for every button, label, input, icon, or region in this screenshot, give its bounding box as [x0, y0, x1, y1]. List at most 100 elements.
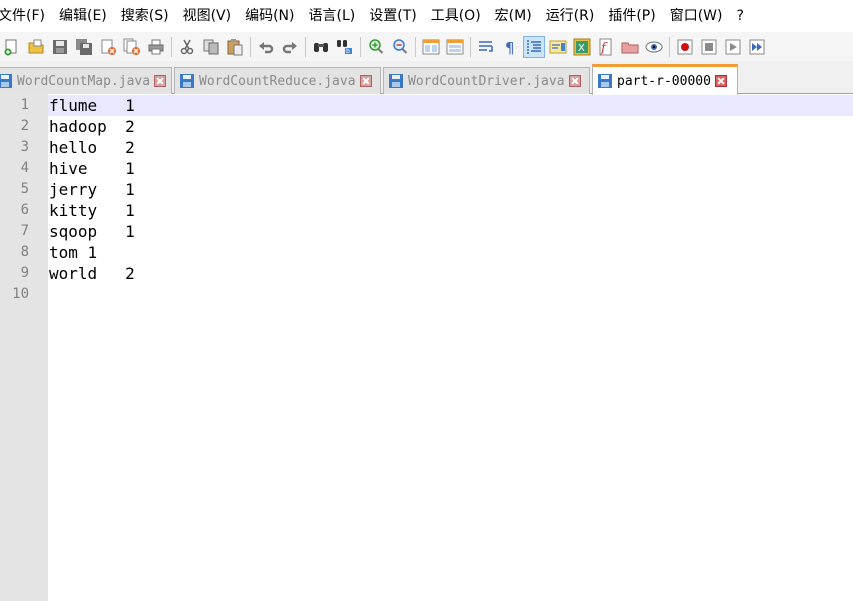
text-line[interactable]: sqoop 1: [48, 221, 853, 242]
redo-icon: [282, 41, 297, 53]
text-line[interactable]: tom 1: [48, 242, 853, 263]
doc-switcher-button[interactable]: [619, 36, 641, 58]
tab-label: WordCountMap.java: [17, 73, 151, 89]
sync-vertical-button[interactable]: [420, 36, 442, 58]
function-list-icon: X: [573, 38, 591, 55]
play-macro-button[interactable]: [722, 36, 744, 58]
document-map-button[interactable]: [547, 36, 569, 58]
word-wrap-button[interactable]: [475, 36, 497, 58]
tab-wordcountreduce[interactable]: WordCountReduce.java: [174, 67, 381, 94]
text-line-content: sqoop 1: [49, 222, 135, 241]
saved-file-icon: [0, 74, 12, 88]
cut-button[interactable]: [176, 36, 198, 58]
save-button[interactable]: [49, 36, 71, 58]
menu-edit[interactable]: 编辑(E): [59, 0, 114, 32]
menu-window[interactable]: 窗口(W): [670, 0, 730, 32]
text-line[interactable]: flume 1: [48, 95, 853, 116]
sync-horizontal-button[interactable]: [444, 36, 466, 58]
zoom-out-icon: [393, 38, 408, 54]
record-macro-icon: [677, 39, 693, 54]
monitoring-button[interactable]: [643, 36, 665, 58]
function-list-button[interactable]: X: [571, 36, 593, 58]
tab-wordcountmap[interactable]: WordCountMap.java: [0, 67, 172, 94]
text-line[interactable]: kitty 1: [48, 200, 853, 221]
text-line-content: jerry 1: [49, 180, 135, 199]
show-all-chars-button[interactable]: ¶: [499, 36, 521, 58]
zoom-out-button[interactable]: [389, 36, 411, 58]
menu-view[interactable]: 视图(V): [183, 0, 239, 32]
toolbar-separator: [171, 36, 172, 57]
new-file-icon: [4, 39, 17, 55]
text-line[interactable]: [48, 284, 853, 305]
toolbar: b ¶ X f: [0, 32, 853, 61]
text-line[interactable]: hello 2: [48, 137, 853, 158]
menu-run[interactable]: 运行(R): [546, 0, 602, 32]
text-line[interactable]: world 2: [48, 263, 853, 284]
save-all-button[interactable]: [73, 36, 95, 58]
paste-icon: [227, 38, 243, 55]
menu-file[interactable]: 文件(F): [0, 0, 52, 32]
menu-language[interactable]: 语言(L): [309, 0, 363, 32]
stop-macro-button[interactable]: [698, 36, 720, 58]
run-macro-multiple-icon: [749, 39, 765, 54]
folder-workspace-icon: f: [599, 38, 612, 56]
menu-search[interactable]: 搜索(S): [121, 0, 176, 32]
menu-encoding[interactable]: 编码(N): [245, 0, 301, 32]
text-area[interactable]: flume 1 hadoop 2 hello 2 hive 1 jerry 1 …: [48, 94, 853, 601]
record-macro-button[interactable]: [674, 36, 696, 58]
indent-guide-button[interactable]: [523, 35, 545, 58]
show-all-chars-icon: ¶: [505, 39, 515, 56]
find-button[interactable]: [310, 36, 332, 58]
text-line[interactable]: hive 1: [48, 158, 853, 179]
tab-close-icon[interactable]: [359, 75, 372, 87]
tab-label: WordCountReduce.java: [199, 73, 356, 89]
document-map-icon: [549, 40, 567, 53]
menu-tools[interactable]: 工具(O): [431, 0, 488, 32]
open-file-button[interactable]: [25, 36, 47, 58]
zoom-in-button[interactable]: [365, 36, 387, 58]
close-icon: [101, 39, 116, 55]
close-all-button[interactable]: [121, 36, 143, 58]
text-line[interactable]: jerry 1: [48, 179, 853, 200]
toolbar-separator: [415, 36, 416, 57]
undo-button[interactable]: [255, 36, 277, 58]
zoom-in-icon: [369, 38, 384, 54]
text-line-content: hadoop 2: [49, 117, 135, 136]
folder-workspace-button[interactable]: f: [595, 36, 617, 58]
paste-button[interactable]: [224, 36, 246, 58]
tab-wordcountdriver[interactable]: WordCountDriver.java: [383, 67, 590, 94]
saved-file-icon: [389, 74, 403, 88]
monitoring-icon: [645, 41, 663, 52]
text-line-content: [48, 285, 49, 304]
line-number: 4: [20, 160, 29, 176]
close-button[interactable]: [97, 36, 119, 58]
copy-button[interactable]: [200, 36, 222, 58]
word-wrap-icon: [479, 40, 493, 52]
new-file-button[interactable]: [1, 36, 23, 58]
copy-icon: [203, 39, 219, 54]
tab-close-icon[interactable]: [568, 75, 581, 87]
text-line-content: flume 1: [49, 96, 135, 115]
run-macro-multiple-button[interactable]: [746, 36, 768, 58]
menu-plugins[interactable]: 插件(P): [608, 0, 662, 32]
replace-button[interactable]: b: [334, 36, 356, 58]
print-button[interactable]: [145, 36, 167, 58]
menu-settings[interactable]: 设置(T): [369, 0, 423, 32]
svg-text:X: X: [578, 43, 585, 54]
tab-bar: WordCountMap.java WordCountReduce.java W…: [0, 61, 853, 95]
tab-close-icon[interactable]: [714, 75, 727, 87]
save-all-icon: [76, 38, 92, 55]
text-line-content: world 2: [49, 264, 135, 283]
text-line[interactable]: hadoop 2: [48, 116, 853, 137]
line-number: 6: [20, 202, 29, 218]
tab-close-icon[interactable]: [154, 75, 167, 87]
replace-icon: b: [337, 39, 352, 55]
line-number: 10: [12, 286, 29, 302]
tab-part-r-00000[interactable]: part-r-00000: [592, 64, 738, 95]
line-number: 5: [20, 181, 29, 197]
menu-help[interactable]: ?: [737, 0, 751, 32]
redo-button[interactable]: [279, 36, 301, 58]
toolbar-separator: [360, 36, 361, 57]
menu-macro[interactable]: 宏(M): [495, 0, 539, 32]
line-number: 2: [20, 118, 29, 134]
